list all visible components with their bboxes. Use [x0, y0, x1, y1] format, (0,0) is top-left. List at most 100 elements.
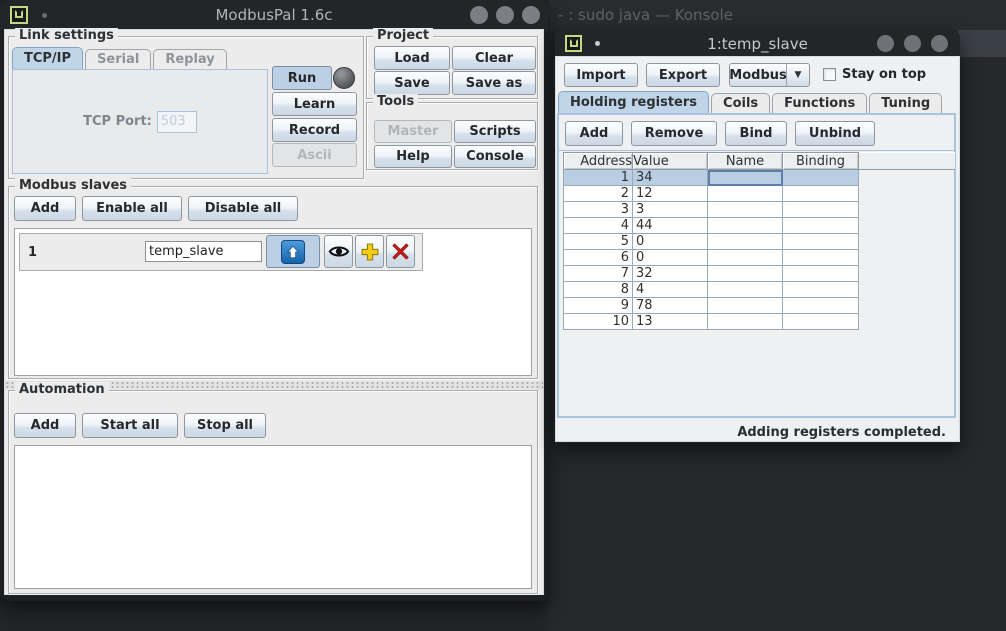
slave-titlebar[interactable]: 1:temp_slave [555, 30, 960, 57]
start-all-button[interactable]: Start all [82, 413, 178, 438]
cell-name-row8[interactable] [708, 282, 783, 298]
record-button[interactable]: Record [272, 118, 357, 142]
register-unbind-button[interactable]: Unbind [795, 121, 875, 146]
minimize-button[interactable] [470, 6, 488, 24]
link-status-led-icon [333, 67, 355, 89]
cell-name-row5[interactable] [708, 234, 783, 250]
register-bind-button[interactable]: Bind [725, 121, 787, 146]
load-button[interactable]: Load [374, 46, 450, 70]
tab-tuning[interactable]: Tuning [869, 93, 942, 113]
cell-name-row2[interactable] [708, 186, 783, 202]
cell-name-row3[interactable] [708, 202, 783, 218]
cell-address-row8[interactable]: 8 [564, 282, 633, 298]
cell-value-row3[interactable]: 3 [633, 202, 708, 218]
cell-binding-row3[interactable] [783, 202, 859, 218]
tab-replay[interactable]: Replay [153, 49, 226, 69]
cell-name-row1[interactable] [708, 170, 783, 186]
stop-all-button[interactable]: Stop all [184, 413, 266, 438]
cell-binding-row1[interactable] [783, 170, 859, 186]
run-button[interactable]: Run [272, 66, 332, 90]
cell-address-row2[interactable]: 2 [564, 186, 633, 202]
konsole-titlebar[interactable]: - : sudo java — Konsole [548, 0, 1006, 30]
tab-holding-registers[interactable]: Holding registers [558, 91, 709, 113]
menu-dot-icon [42, 13, 47, 18]
slave-close-button[interactable] [931, 35, 948, 52]
cell-name-row9[interactable] [708, 298, 783, 314]
stay-on-top-checkbox[interactable] [823, 68, 836, 81]
cell-value-row6[interactable]: 0 [633, 250, 708, 266]
export-button[interactable]: Export [646, 63, 720, 87]
learn-button[interactable]: Learn [272, 92, 357, 116]
save-as-button[interactable]: Save as [452, 71, 536, 95]
automation-add-button[interactable]: Add [14, 413, 76, 438]
help-button[interactable]: Help [374, 145, 452, 168]
cell-binding-row2[interactable] [783, 186, 859, 202]
cell-address-row7[interactable]: 7 [564, 266, 633, 282]
import-button[interactable]: Import [564, 63, 638, 87]
maximize-button[interactable] [496, 6, 514, 24]
cell-name-row7[interactable] [708, 266, 783, 282]
modbuspal-titlebar[interactable]: ModbusPal 1.6c [0, 0, 548, 30]
slave-minimize-button[interactable] [877, 35, 894, 52]
cell-address-row4[interactable]: 4 [564, 218, 633, 234]
column-header-address[interactable]: Address [564, 153, 633, 170]
cell-value-row5[interactable]: 0 [633, 234, 708, 250]
cell-binding-row7[interactable] [783, 266, 859, 282]
enable-all-button[interactable]: Enable all [82, 196, 182, 221]
register-add-button[interactable]: Add [565, 121, 623, 146]
cell-value-row10[interactable]: 13 [633, 314, 708, 330]
cell-binding-row5[interactable] [783, 234, 859, 250]
up-arrow-icon [281, 240, 305, 264]
cell-value-row2[interactable]: 12 [633, 186, 708, 202]
slave-delete-button[interactable] [386, 235, 415, 268]
disable-all-button[interactable]: Disable all [188, 196, 298, 221]
table-row: 50 [564, 234, 859, 250]
slave-view-button[interactable] [324, 235, 353, 268]
cell-value-row8[interactable]: 4 [633, 282, 708, 298]
scripts-button[interactable]: Scripts [454, 120, 536, 143]
column-header-binding[interactable]: Binding [783, 153, 859, 170]
toolbar-separator [557, 150, 956, 151]
table-header-filler [858, 152, 955, 170]
cell-address-row9[interactable]: 9 [564, 298, 633, 314]
chevron-down-icon[interactable]: ▼ [786, 64, 809, 86]
tcp-port-field[interactable] [157, 111, 197, 133]
cell-value-row7[interactable]: 32 [633, 266, 708, 282]
cell-binding-row6[interactable] [783, 250, 859, 266]
protocol-combo[interactable]: Modbus ▼ [729, 63, 810, 87]
save-button[interactable]: Save [374, 71, 450, 95]
tab-tcpip[interactable]: TCP/IP [12, 47, 83, 69]
slave-enable-toggle[interactable] [266, 235, 320, 268]
console-button[interactable]: Console [454, 145, 536, 168]
table-row: 444 [564, 218, 859, 234]
table-row: 1013 [564, 314, 859, 330]
close-button[interactable] [522, 6, 540, 24]
slave-add-register-button[interactable] [355, 235, 384, 268]
column-header-value[interactable]: Value [633, 153, 708, 170]
cell-address-row1[interactable]: 1 [564, 170, 633, 186]
cell-address-row10[interactable]: 10 [564, 314, 633, 330]
cell-address-row5[interactable]: 5 [564, 234, 633, 250]
cell-name-row10[interactable] [708, 314, 783, 330]
cell-binding-row9[interactable] [783, 298, 859, 314]
slave-add-button[interactable]: Add [14, 196, 76, 221]
tab-serial[interactable]: Serial [85, 49, 151, 69]
cell-value-row9[interactable]: 78 [633, 298, 708, 314]
cell-address-row3[interactable]: 3 [564, 202, 633, 218]
cell-value-row1[interactable]: 34 [633, 170, 708, 186]
register-tabs: Holding registers Coils Functions Tuning [558, 91, 944, 113]
tab-coils[interactable]: Coils [711, 93, 770, 113]
cell-binding-row10[interactable] [783, 314, 859, 330]
cell-value-row4[interactable]: 44 [633, 218, 708, 234]
slave-maximize-button[interactable] [904, 35, 921, 52]
slave-name-field[interactable] [145, 241, 262, 262]
column-header-name[interactable]: Name [708, 153, 783, 170]
cell-name-row6[interactable] [708, 250, 783, 266]
clear-button[interactable]: Clear [452, 46, 536, 70]
register-remove-button[interactable]: Remove [631, 121, 717, 146]
cell-name-row4[interactable] [708, 218, 783, 234]
cell-binding-row4[interactable] [783, 218, 859, 234]
cell-address-row6[interactable]: 6 [564, 250, 633, 266]
tab-functions[interactable]: Functions [772, 93, 867, 113]
cell-binding-row8[interactable] [783, 282, 859, 298]
